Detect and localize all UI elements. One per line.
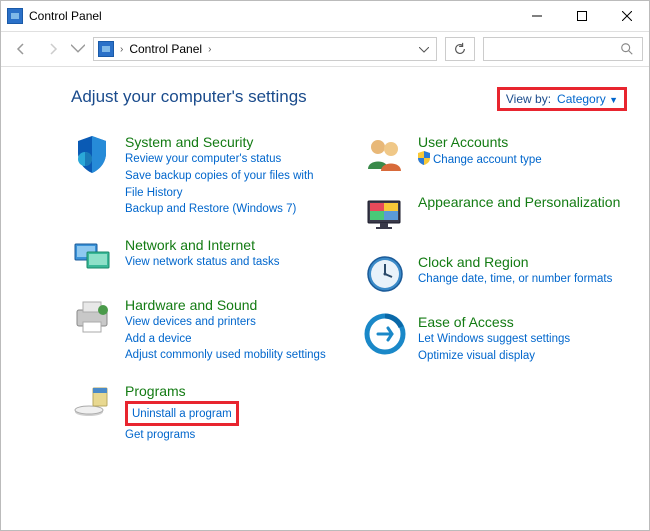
category-link[interactable]: System and Security: [125, 133, 334, 151]
control-panel-window: Control Panel › Control Panel › Adjust y…: [0, 0, 650, 531]
highlighted-link: Uninstall a program: [125, 401, 239, 426]
right-column: User Accounts Change account type Appear…: [364, 133, 627, 462]
window-buttons: [514, 2, 649, 30]
titlebar: Control Panel: [1, 1, 649, 31]
clock-icon: [364, 253, 406, 295]
category-network-internet: Network and Internet View network status…: [71, 236, 334, 278]
shield-icon: [71, 133, 113, 175]
maximize-button[interactable]: [559, 2, 604, 30]
view-by-control: View by: Category ▼: [497, 87, 627, 111]
control-panel-icon: [98, 41, 114, 57]
task-link[interactable]: Save backup copies of your files with Fi…: [125, 168, 334, 201]
back-button[interactable]: [7, 35, 35, 63]
task-link[interactable]: Change account type: [418, 151, 627, 169]
task-link[interactable]: View network status and tasks: [125, 254, 334, 271]
category-ease-of-access: Ease of Access Let Windows suggest setti…: [364, 313, 627, 365]
category-link[interactable]: Appearance and Personalization: [418, 193, 627, 211]
category-clock-region: Clock and Region Change date, time, or n…: [364, 253, 627, 295]
task-link[interactable]: Adjust commonly used mobility settings: [125, 347, 334, 364]
category-link[interactable]: Programs: [125, 382, 334, 400]
category-link[interactable]: Ease of Access: [418, 313, 627, 331]
programs-icon: [71, 382, 113, 424]
page-title: Adjust your computer's settings: [71, 87, 307, 107]
category-link[interactable]: Network and Internet: [125, 236, 334, 254]
recent-locations-button[interactable]: [71, 35, 85, 63]
uac-shield-icon: [418, 151, 430, 165]
category-programs: Programs Uninstall a program Get program…: [71, 382, 334, 444]
chevron-right-icon[interactable]: ›: [120, 44, 123, 55]
minimize-button[interactable]: [514, 2, 559, 30]
content-area: Adjust your computer's settings View by:…: [1, 67, 649, 530]
task-link[interactable]: Get programs: [125, 427, 334, 444]
category-link[interactable]: User Accounts: [418, 133, 627, 151]
category-system-security: System and Security Review your computer…: [71, 133, 334, 218]
navigation-bar: › Control Panel ›: [1, 31, 649, 67]
chevron-down-icon: ▼: [609, 95, 618, 105]
forward-button[interactable]: [39, 35, 67, 63]
printer-icon: [71, 296, 113, 338]
view-by-dropdown[interactable]: Category ▼: [557, 92, 618, 106]
category-hardware-sound: Hardware and Sound View devices and prin…: [71, 296, 334, 364]
refresh-button[interactable]: [445, 37, 475, 61]
users-icon: [364, 133, 406, 175]
task-link[interactable]: View devices and printers: [125, 314, 334, 331]
category-link[interactable]: Clock and Region: [418, 253, 627, 271]
window-title: Control Panel: [29, 9, 514, 23]
chevron-right-icon[interactable]: ›: [208, 44, 211, 55]
task-link[interactable]: Add a device: [125, 331, 334, 348]
task-link[interactable]: Optimize visual display: [418, 348, 627, 365]
task-link[interactable]: Backup and Restore (Windows 7): [125, 201, 334, 218]
category-appearance: Appearance and Personalization: [364, 193, 627, 235]
address-dropdown-icon[interactable]: [416, 40, 432, 58]
task-link[interactable]: Review your computer's status: [125, 151, 334, 168]
address-bar[interactable]: › Control Panel ›: [93, 37, 437, 61]
search-input[interactable]: [483, 37, 643, 61]
view-by-label: View by:: [506, 92, 551, 106]
task-link[interactable]: Let Windows suggest settings: [418, 331, 627, 348]
category-user-accounts: User Accounts Change account type: [364, 133, 627, 175]
monitor-icon: [364, 193, 406, 235]
search-icon: [620, 42, 634, 56]
ease-of-access-icon: [364, 313, 406, 355]
control-panel-icon: [7, 8, 23, 24]
close-button[interactable]: [604, 2, 649, 30]
breadcrumb-item[interactable]: Control Panel: [129, 42, 202, 56]
left-column: System and Security Review your computer…: [71, 133, 334, 462]
task-link[interactable]: Change date, time, or number formats: [418, 271, 627, 288]
network-icon: [71, 236, 113, 278]
task-link-uninstall[interactable]: Uninstall a program: [132, 408, 232, 420]
category-link[interactable]: Hardware and Sound: [125, 296, 334, 314]
